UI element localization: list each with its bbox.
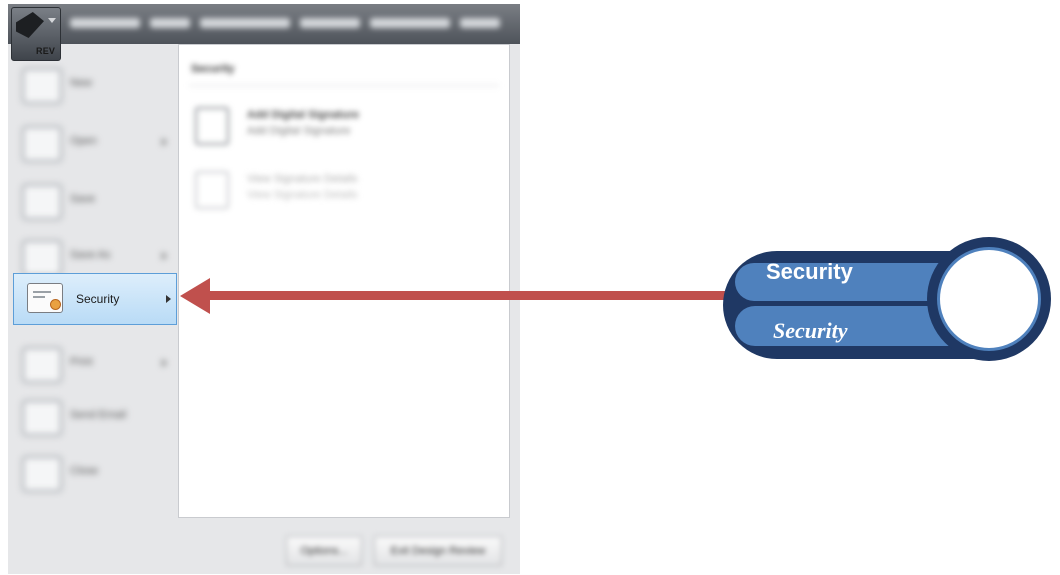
title-bar (8, 4, 520, 44)
signature-details-icon (195, 171, 229, 209)
callout-circle (927, 237, 1051, 361)
ribbon-badge-icon (50, 299, 61, 310)
callout-subtitle: Security (773, 318, 848, 343)
callout-arrow-head-icon (180, 278, 210, 314)
submenu-arrow-icon (166, 295, 171, 303)
add-digital-signature-command[interactable]: Add Digital Signature Add Digital Signat… (191, 103, 491, 151)
submenu-pane: Security Add Digital Signature Add Digit… (178, 44, 510, 518)
callout-title: Security (766, 259, 853, 284)
menu-item-security[interactable]: Security (13, 273, 177, 325)
new-document-icon (22, 68, 62, 104)
submenu-arrow-icon (162, 138, 167, 146)
menu-item-print[interactable]: Print (14, 339, 170, 387)
options-button[interactable]: Options... (286, 536, 362, 566)
menu-item-label: Security (76, 292, 120, 306)
save-icon (22, 184, 62, 220)
menu-item-label: Open (70, 135, 97, 147)
menu-item-label: Send Email (70, 409, 127, 421)
command-description: Add Digital Signature (247, 125, 351, 137)
menu-footer: Options... Exit Design Review (178, 524, 510, 574)
menu-item-save[interactable]: Save (14, 176, 170, 224)
menu-item-label: Save As (70, 249, 111, 261)
menu-item-new[interactable]: New (14, 60, 170, 108)
menu-item-label: Save (70, 193, 96, 205)
digital-signature-icon (195, 107, 229, 145)
print-icon (22, 347, 62, 383)
email-icon (22, 400, 62, 436)
security-certificate-icon (27, 283, 63, 313)
menu-item-label: Close (70, 465, 99, 477)
application-menu: REV New Open Save Save As Print Send Ema… (8, 4, 520, 574)
submenu-header: Security (191, 63, 235, 75)
menu-list: New Open Save Save As Print Send Email C… (8, 44, 178, 574)
menu-item-send-email[interactable]: Send Email (14, 392, 170, 440)
callout-arrow-shaft (208, 291, 728, 300)
title-bar-text (70, 14, 510, 30)
menu-item-open[interactable]: Open (14, 118, 170, 166)
chevron-down-icon (48, 18, 56, 23)
open-folder-icon (22, 126, 62, 162)
command-description: View Signature Details (247, 189, 358, 201)
menu-item-label: Print (70, 356, 93, 368)
submenu-arrow-icon (162, 252, 167, 260)
view-signature-details-command[interactable]: View Signature Details View Signature De… (191, 167, 491, 215)
close-icon (22, 456, 62, 492)
callout-circle-inner (937, 247, 1041, 351)
exit-design-review-button[interactable]: Exit Design Review (374, 536, 502, 566)
menu-item-label: New (70, 77, 93, 89)
submenu-arrow-icon (162, 359, 167, 367)
save-as-icon (22, 240, 62, 276)
menu-item-close[interactable]: Close (14, 448, 170, 496)
divider (189, 85, 499, 86)
app-logo-icon (16, 12, 44, 38)
command-title: Add Digital Signature (247, 109, 359, 121)
command-title: View Signature Details (247, 173, 358, 185)
